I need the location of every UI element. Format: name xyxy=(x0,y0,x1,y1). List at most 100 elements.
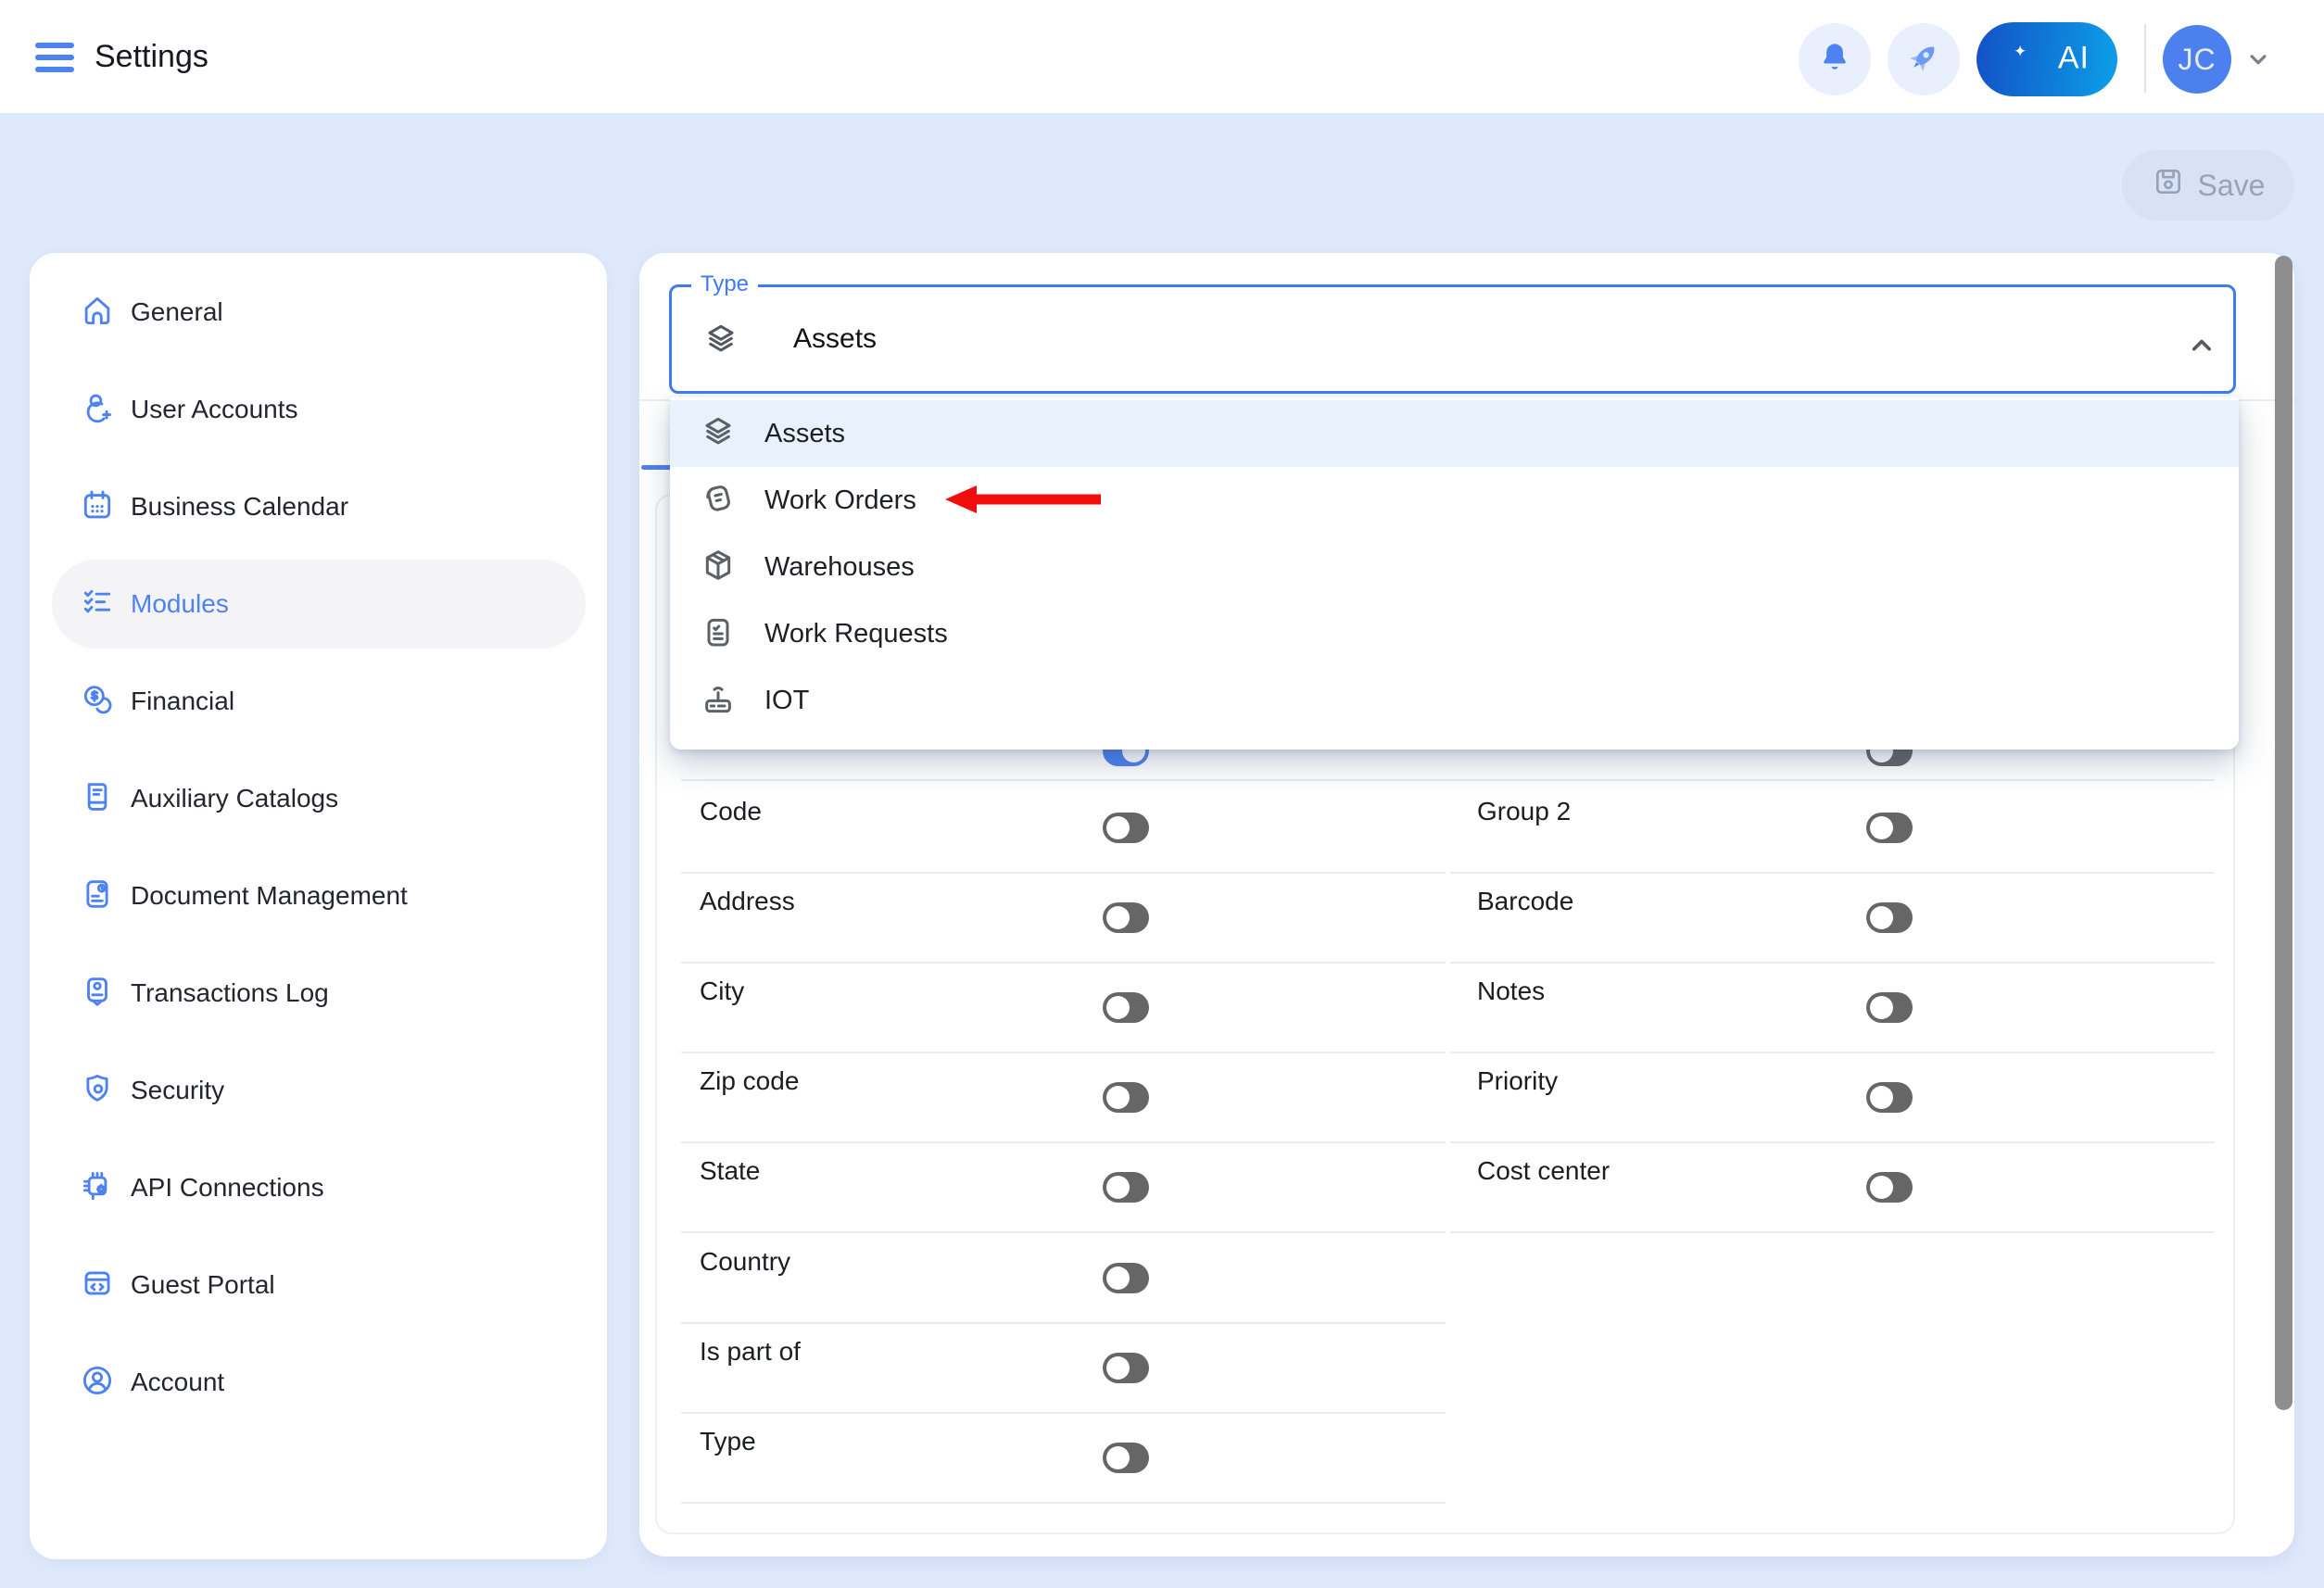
sidebar-item-label: Transactions Log xyxy=(131,978,329,1008)
sidebar-item-api-connections[interactable]: API Connections xyxy=(52,1143,586,1232)
save-icon xyxy=(2152,165,2185,206)
sparkle-icon: ✦ xyxy=(2014,43,2027,61)
sidebar-item-label: Account xyxy=(131,1367,224,1397)
field-label-state: State xyxy=(700,1155,760,1187)
sidebar-item-label: Guest Portal xyxy=(131,1270,275,1300)
row-divider xyxy=(1450,1141,2215,1143)
sidebar-item-auxiliary-catalogs[interactable]: Auxiliary Catalogs xyxy=(52,754,586,843)
user-avatar[interactable]: JC xyxy=(2163,25,2231,94)
toggle-group-2[interactable] xyxy=(1866,813,1913,843)
save-button[interactable]: Save xyxy=(2122,150,2294,221)
dropdown-option-label: Assets xyxy=(764,419,845,449)
chevron-up-icon[interactable] xyxy=(2185,329,2218,367)
dropdown-option-iot[interactable]: IOT xyxy=(670,667,2239,734)
toggle-cost-center[interactable] xyxy=(1866,1172,1913,1203)
type-select-value: Assets xyxy=(793,323,877,355)
type-dropdown-menu: Assets Work Orders Warehouses Work Reque… xyxy=(670,397,2239,750)
field-label-cost-center: Cost center xyxy=(1477,1155,1610,1187)
sidebar-item-label: Security xyxy=(131,1076,224,1105)
sidebar-item-modules[interactable]: Modules xyxy=(52,560,586,649)
toggle-state[interactable] xyxy=(1103,1172,1149,1203)
sidebar-item-document-management[interactable]: Document Management xyxy=(52,851,586,940)
coins-icon xyxy=(80,682,115,722)
work-order-icon xyxy=(700,480,737,522)
layers-icon xyxy=(700,413,737,455)
document-icon xyxy=(80,876,115,916)
page-title: Settings xyxy=(95,0,208,113)
sidebar-item-financial[interactable]: Financial xyxy=(52,657,586,746)
sidebar-item-business-calendar[interactable]: Business Calendar xyxy=(52,462,586,551)
avatar-initials: JC xyxy=(2178,43,2216,77)
field-label-address: Address xyxy=(700,886,795,917)
toggle-zip-code[interactable] xyxy=(1103,1082,1149,1113)
row-divider xyxy=(1450,1052,2215,1053)
sidebar-item-label: API Connections xyxy=(131,1173,324,1203)
row-divider xyxy=(681,1502,1446,1504)
calendar-icon xyxy=(80,487,115,527)
type-select[interactable] xyxy=(669,284,2236,394)
row-divider xyxy=(681,962,1446,964)
toggle-country[interactable] xyxy=(1103,1263,1149,1293)
checklist-icon xyxy=(80,585,115,624)
type-select-label: Type xyxy=(691,271,758,297)
home-icon xyxy=(80,293,115,333)
sidebar-item-label: Business Calendar xyxy=(131,492,348,522)
user-plus-icon xyxy=(80,390,115,430)
field-label-zip-code: Zip code xyxy=(700,1065,799,1097)
sidebar-item-label: Modules xyxy=(131,589,229,619)
settings-page: { "colors":{ "accent_blue":"#4d82f0","se… xyxy=(0,0,2324,1588)
launch-button[interactable] xyxy=(1888,23,1960,95)
toggle-notes[interactable] xyxy=(1866,992,1913,1023)
red-arrow-annotation xyxy=(943,483,1103,521)
row-divider xyxy=(681,1052,1446,1053)
book-icon xyxy=(80,779,115,819)
toggle-type[interactable] xyxy=(1103,1443,1149,1473)
row-divider xyxy=(1450,872,2215,874)
toggle-barcode[interactable] xyxy=(1866,902,1913,933)
badge-icon xyxy=(80,974,115,1014)
browser-icon xyxy=(80,1266,115,1305)
sidebar-item-transactions-log[interactable]: Transactions Log xyxy=(52,949,586,1038)
row-divider xyxy=(681,779,2215,781)
rocket-icon xyxy=(1905,39,1942,81)
field-label-code: Code xyxy=(700,796,762,827)
sidebar-item-label: User Accounts xyxy=(131,395,298,424)
toggle-city[interactable] xyxy=(1103,992,1149,1023)
dropdown-option-warehouses[interactable]: Warehouses xyxy=(670,534,2239,600)
toggle-is-part-of[interactable] xyxy=(1103,1353,1149,1383)
settings-sidebar: General User Accounts Business Calendar … xyxy=(30,253,607,1559)
scrollbar-thumb[interactable] xyxy=(2275,256,2292,1410)
user-circle-icon xyxy=(80,1363,115,1403)
sidebar-item-user-accounts[interactable]: User Accounts xyxy=(52,365,586,454)
chevron-down-icon[interactable] xyxy=(2244,45,2272,78)
ai-assistant-button[interactable]: ✦ AI xyxy=(1977,22,2117,96)
dropdown-option-label: Work Requests xyxy=(764,619,948,649)
sidebar-item-label: General xyxy=(131,297,223,327)
toggle-address[interactable] xyxy=(1103,902,1149,933)
notifications-button[interactable] xyxy=(1799,23,1871,95)
sidebar-item-general[interactable]: General xyxy=(52,268,586,357)
dropdown-option-work-orders[interactable]: Work Orders xyxy=(670,467,2239,534)
top-bar: Settings ✦ AI JC xyxy=(0,0,2324,113)
field-label-country: Country xyxy=(700,1246,790,1278)
bell-icon xyxy=(1817,40,1852,80)
hamburger-menu-icon[interactable] xyxy=(35,43,76,72)
field-label-priority: Priority xyxy=(1477,1065,1558,1097)
field-label-city: City xyxy=(700,976,744,1007)
layers-icon xyxy=(702,321,739,362)
row-divider xyxy=(681,1231,1446,1233)
dropdown-option-label: Work Orders xyxy=(764,485,916,516)
dropdown-option-assets[interactable]: Assets xyxy=(670,400,2239,467)
save-button-label: Save xyxy=(2198,169,2266,203)
sidebar-item-security[interactable]: Security xyxy=(52,1046,586,1135)
sidebar-item-account[interactable]: Account xyxy=(52,1338,586,1427)
modules-settings-card: Code Address City Zip code State Country… xyxy=(639,253,2294,1556)
sidebar-item-guest-portal[interactable]: Guest Portal xyxy=(52,1241,586,1330)
ai-button-label: AI xyxy=(2058,41,2090,77)
toggle-priority[interactable] xyxy=(1866,1082,1913,1113)
sidebar-item-label: Financial xyxy=(131,687,234,716)
toggle-code[interactable] xyxy=(1103,813,1149,843)
row-divider xyxy=(681,1141,1446,1143)
dropdown-option-work-requests[interactable]: Work Requests xyxy=(670,600,2239,667)
sidebar-item-label: Document Management xyxy=(131,881,408,911)
